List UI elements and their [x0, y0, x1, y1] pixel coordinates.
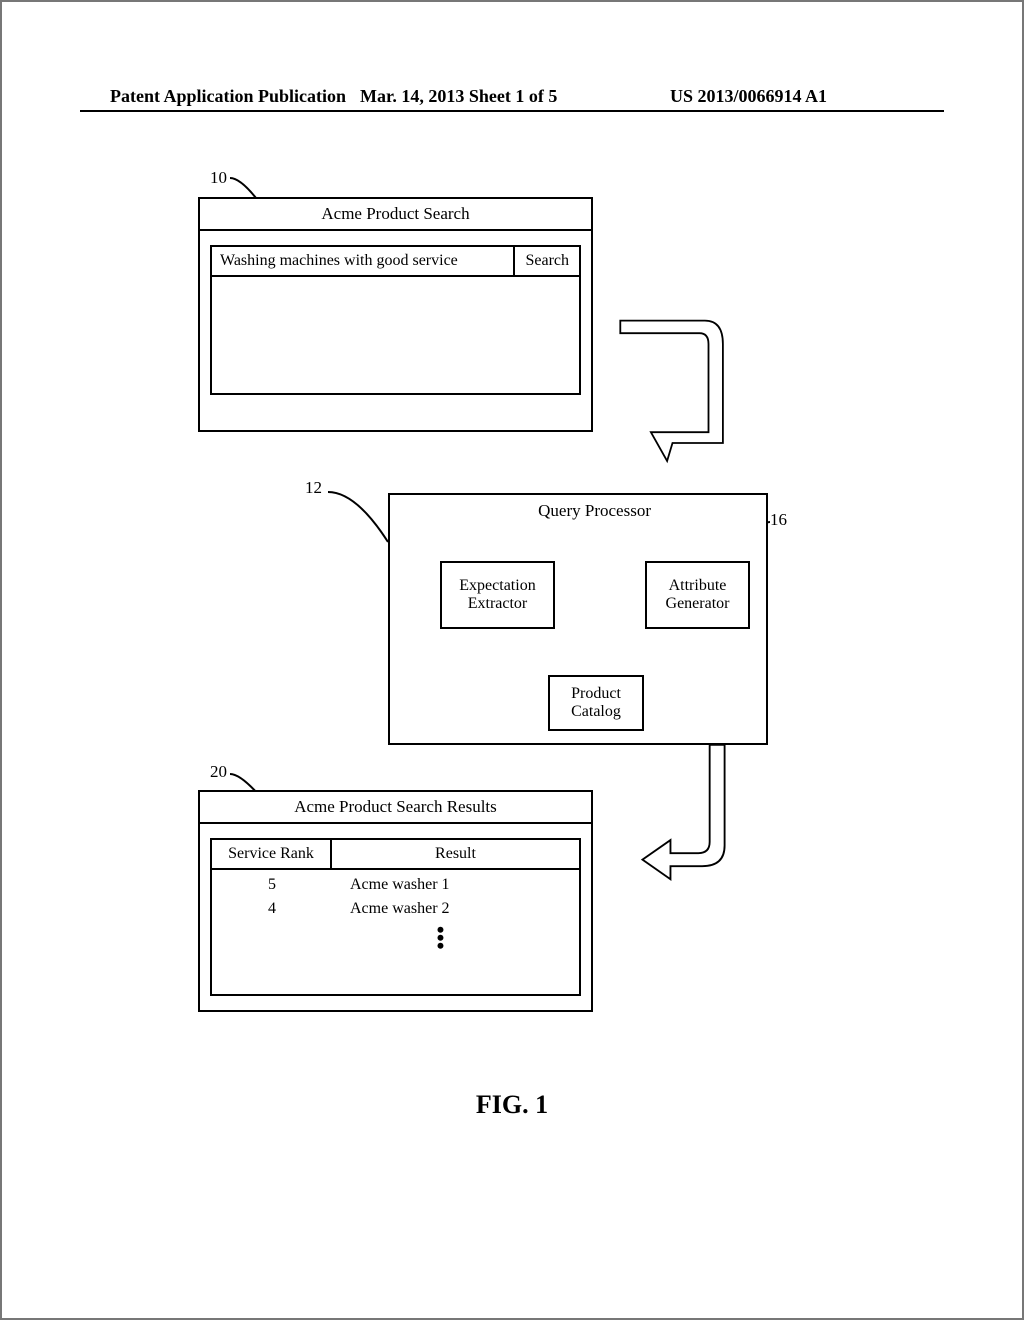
figure-label: FIG. 1	[0, 1090, 1024, 1120]
results-window: Acme Product Search Results Service Rank…	[198, 790, 593, 1012]
ref-20: 20	[210, 762, 227, 782]
header-publication: Patent Application Publication	[110, 86, 346, 107]
flow-arrow-return	[612, 743, 742, 883]
header-date-sheet: Mar. 14, 2013 Sheet 1 of 5	[360, 86, 557, 107]
ref-12: 12	[305, 478, 322, 498]
col-result: Result	[332, 840, 579, 868]
search-window-title: Acme Product Search	[200, 199, 591, 231]
search-window: Acme Product Search Washing machines wit…	[198, 197, 593, 432]
product-catalog-box: Product Catalog	[548, 675, 644, 731]
attribute-generator-box: Attribute Generator	[645, 561, 750, 629]
ellipsis-icon: •••	[212, 926, 579, 950]
attribute-generator-l1: Attribute	[647, 577, 748, 595]
leader-12	[326, 490, 396, 550]
table-row: 4 Acme washer 2	[212, 900, 579, 918]
cell-result: Acme washer 1	[332, 876, 579, 894]
expectation-extractor-l1: Expectation	[442, 577, 553, 595]
expectation-extractor-l2: Extractor	[442, 595, 553, 613]
product-catalog-l1: Product	[550, 685, 642, 703]
cell-result: Acme washer 2	[332, 900, 579, 918]
search-button[interactable]: Search	[515, 245, 581, 277]
search-results-area-empty	[210, 277, 581, 395]
expectation-extractor-box: Expectation Extractor	[440, 561, 555, 629]
ref-10: 10	[210, 168, 227, 188]
header-rule	[80, 110, 944, 112]
cell-rank: 5	[212, 876, 332, 894]
results-table: Service Rank Result 5 Acme washer 1 4 Ac…	[210, 838, 581, 996]
col-service-rank: Service Rank	[212, 840, 332, 868]
query-processor-title: Query Processor	[538, 501, 651, 521]
search-row: Washing machines with good service Searc…	[210, 245, 581, 277]
cell-rank: 4	[212, 900, 332, 918]
query-processor-box: Query Processor Expectation Extractor At…	[388, 493, 768, 745]
search-input[interactable]: Washing machines with good service	[210, 245, 515, 277]
flow-arrow-down	[612, 308, 742, 470]
results-window-title: Acme Product Search Results	[200, 792, 591, 824]
results-table-header: Service Rank Result	[212, 840, 579, 870]
table-row: 5 Acme washer 1	[212, 876, 579, 894]
header-patent-number: US 2013/0066914 A1	[670, 86, 827, 107]
attribute-generator-l2: Generator	[647, 595, 748, 613]
product-catalog-l2: Catalog	[550, 703, 642, 721]
